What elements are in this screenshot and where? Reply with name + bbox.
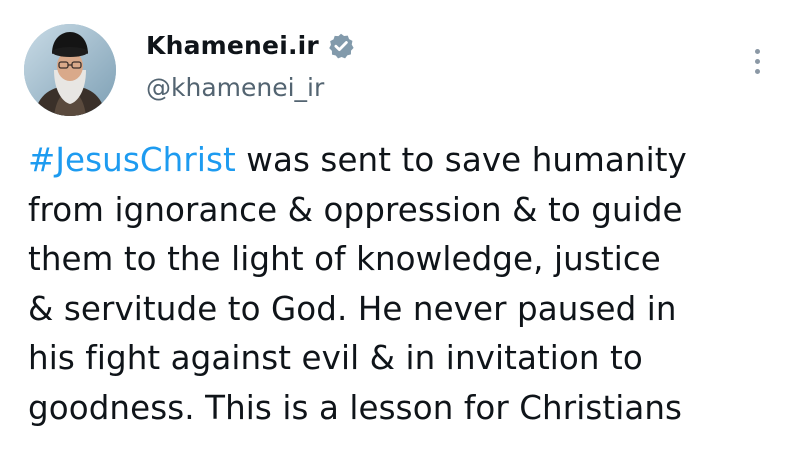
- tweet-line: them to the light of knowledge, justice: [28, 240, 661, 278]
- author-handle[interactable]: @khamenei_ir: [146, 72, 324, 104]
- avatar-image: [24, 24, 116, 116]
- more-options-icon: [754, 68, 760, 74]
- tweet-line: & servitude to God. He never paused in: [28, 289, 677, 328]
- tweet-text: #JesusChrist was sent to save humanity f…: [28, 136, 788, 433]
- more-options-icon: [754, 48, 760, 54]
- more-options-button[interactable]: [735, 36, 779, 86]
- tweet-card: Khamenei.ir @khamenei_ir #JesusChrist wa…: [0, 0, 800, 450]
- tweet-line: his fight against evil & in invitation t…: [28, 339, 643, 377]
- tweet-line: from ignorance & oppression & to guide: [28, 190, 683, 229]
- tweet-line: #JesusChrist was sent to save humanity: [28, 136, 788, 186]
- author-avatar[interactable]: [24, 24, 116, 116]
- author-display-name[interactable]: Khamenei.ir: [146, 30, 319, 62]
- verified-badge-icon: [327, 32, 355, 60]
- more-options-icon: [754, 58, 760, 64]
- tweet-line-text: was sent to save humanity: [235, 141, 687, 179]
- author-name-row: Khamenei.ir: [146, 30, 355, 62]
- tweet-line: goodness. This is a lesson for Christian…: [28, 388, 683, 427]
- hashtag-link[interactable]: #JesusChrist: [28, 141, 236, 179]
